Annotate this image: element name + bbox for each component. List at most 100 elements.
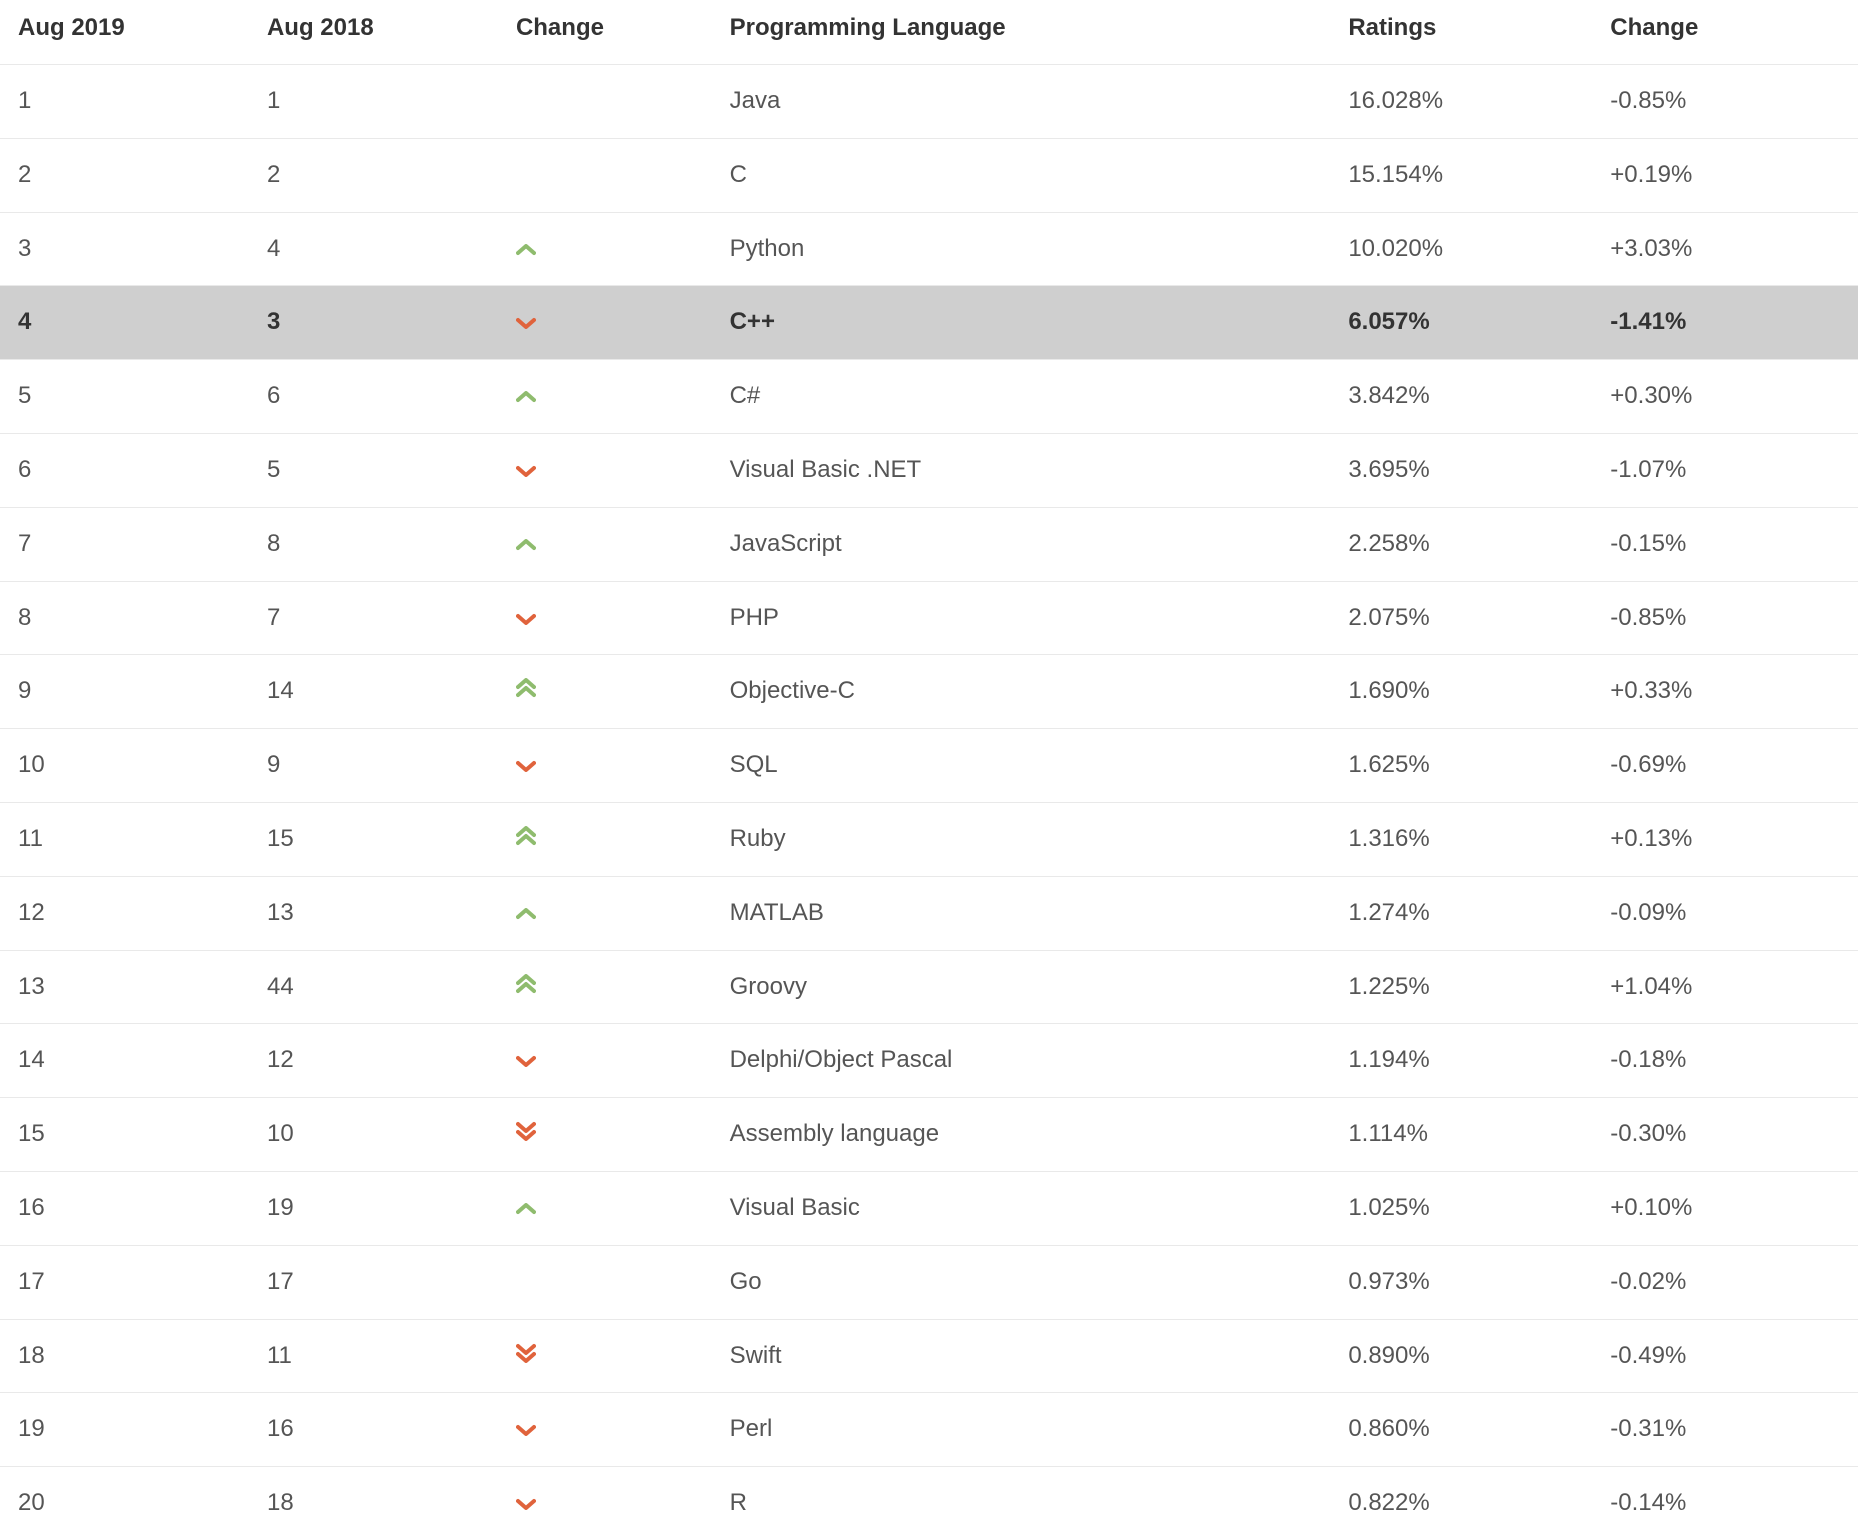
cell-aug2019: 11 [0, 802, 249, 876]
cell-change-rank [498, 65, 712, 139]
cell-aug2019: 20 [0, 1467, 249, 1540]
cell-aug2019: 17 [0, 1245, 249, 1319]
cell-aug2019: 18 [0, 1319, 249, 1393]
cell-aug2019: 8 [0, 581, 249, 655]
cell-change-pct: -0.49% [1592, 1319, 1858, 1393]
cell-language: MATLAB [712, 876, 1331, 950]
cell-change-pct: -0.09% [1592, 876, 1858, 950]
table-row: 1916Perl0.860%-0.31% [0, 1393, 1858, 1467]
cell-language: Objective-C [712, 655, 1331, 729]
table-row: 87PHP2.075%-0.85% [0, 581, 1858, 655]
cell-change-rank [498, 138, 712, 212]
ranking-table: Aug 2019 Aug 2018 Change Programming Lan… [0, 0, 1858, 1540]
cell-aug2019: 14 [0, 1024, 249, 1098]
cell-aug2019: 7 [0, 507, 249, 581]
cell-ratings: 1.274% [1330, 876, 1592, 950]
cell-change-rank [498, 876, 712, 950]
col-language: Programming Language [712, 0, 1331, 65]
cell-aug2018: 4 [249, 212, 498, 286]
cell-ratings: 0.973% [1330, 1245, 1592, 1319]
cell-language: Ruby [712, 802, 1331, 876]
cell-aug2018: 11 [249, 1319, 498, 1393]
cell-ratings: 10.020% [1330, 212, 1592, 286]
cell-ratings: 1.025% [1330, 1171, 1592, 1245]
cell-language: C [712, 138, 1331, 212]
cell-ratings: 1.625% [1330, 729, 1592, 803]
chevron-up-icon [516, 539, 536, 551]
cell-ratings: 3.842% [1330, 360, 1592, 434]
chevron-down-icon [516, 1498, 536, 1510]
cell-language: Perl [712, 1393, 1331, 1467]
table-row: 1344Groovy1.225%+1.04% [0, 950, 1858, 1024]
col-aug2018: Aug 2018 [249, 0, 498, 65]
cell-aug2018: 1 [249, 65, 498, 139]
cell-aug2018: 5 [249, 433, 498, 507]
cell-ratings: 0.822% [1330, 1467, 1592, 1540]
table-row: 914Objective-C1.690%+0.33% [0, 655, 1858, 729]
col-change-pct: Change [1592, 0, 1858, 65]
table-row: 1115Ruby1.316%+0.13% [0, 802, 1858, 876]
cell-aug2019: 3 [0, 212, 249, 286]
cell-aug2018: 10 [249, 1098, 498, 1172]
cell-aug2019: 19 [0, 1393, 249, 1467]
col-change-rank: Change [498, 0, 712, 65]
cell-ratings: 0.890% [1330, 1319, 1592, 1393]
cell-aug2019: 6 [0, 433, 249, 507]
cell-change-rank [498, 1393, 712, 1467]
table-row: 11Java16.028%-0.85% [0, 65, 1858, 139]
cell-language: Swift [712, 1319, 1331, 1393]
cell-ratings: 2.075% [1330, 581, 1592, 655]
cell-change-pct: +0.10% [1592, 1171, 1858, 1245]
cell-aug2018: 3 [249, 286, 498, 360]
cell-language: Assembly language [712, 1098, 1331, 1172]
table-row: 109SQL1.625%-0.69% [0, 729, 1858, 803]
cell-change-pct: -0.30% [1592, 1098, 1858, 1172]
cell-change-rank [498, 950, 712, 1024]
chevron-up-icon [516, 908, 536, 920]
cell-change-rank [498, 433, 712, 507]
cell-ratings: 6.057% [1330, 286, 1592, 360]
cell-ratings: 1.316% [1330, 802, 1592, 876]
cell-change-pct: +0.33% [1592, 655, 1858, 729]
cell-aug2019: 1 [0, 65, 249, 139]
table-row: 1412Delphi/Object Pascal1.194%-0.18% [0, 1024, 1858, 1098]
cell-language: SQL [712, 729, 1331, 803]
table-row: 56C#3.842%+0.30% [0, 360, 1858, 434]
cell-language: C++ [712, 286, 1331, 360]
cell-ratings: 1.225% [1330, 950, 1592, 1024]
cell-ratings: 1.690% [1330, 655, 1592, 729]
cell-aug2018: 9 [249, 729, 498, 803]
cell-change-rank [498, 212, 712, 286]
double-chevron-up-icon [516, 678, 536, 698]
cell-change-rank [498, 1171, 712, 1245]
col-ratings: Ratings [1330, 0, 1592, 65]
cell-change-pct: -1.07% [1592, 433, 1858, 507]
cell-language: Visual Basic .NET [712, 433, 1331, 507]
double-chevron-up-icon [516, 826, 536, 846]
table-row: 22C15.154%+0.19% [0, 138, 1858, 212]
cell-ratings: 15.154% [1330, 138, 1592, 212]
cell-change-rank [498, 1467, 712, 1540]
chevron-up-icon [516, 244, 536, 256]
cell-change-rank [498, 581, 712, 655]
table-row: 1811 Swift0.890%-0.49% [0, 1319, 1858, 1393]
cell-change-pct: +0.19% [1592, 138, 1858, 212]
table-row: 1510Assembly language1.114%-0.30% [0, 1098, 1858, 1172]
cell-change-rank [498, 360, 712, 434]
cell-change-pct: -0.15% [1592, 507, 1858, 581]
cell-aug2018: 14 [249, 655, 498, 729]
cell-change-pct: -0.85% [1592, 581, 1858, 655]
cell-ratings: 1.114% [1330, 1098, 1592, 1172]
table-row: 1619Visual Basic1.025%+0.10% [0, 1171, 1858, 1245]
cell-change-pct: -0.18% [1592, 1024, 1858, 1098]
cell-change-pct: -0.31% [1592, 1393, 1858, 1467]
cell-ratings: 1.194% [1330, 1024, 1592, 1098]
cell-aug2019: 12 [0, 876, 249, 950]
cell-ratings: 16.028% [1330, 65, 1592, 139]
double-chevron-down-icon [516, 1343, 536, 1363]
chevron-down-icon [516, 1424, 536, 1436]
cell-change-pct: -1.41% [1592, 286, 1858, 360]
cell-aug2018: 8 [249, 507, 498, 581]
cell-language: JavaScript [712, 507, 1331, 581]
cell-language: Groovy [712, 950, 1331, 1024]
